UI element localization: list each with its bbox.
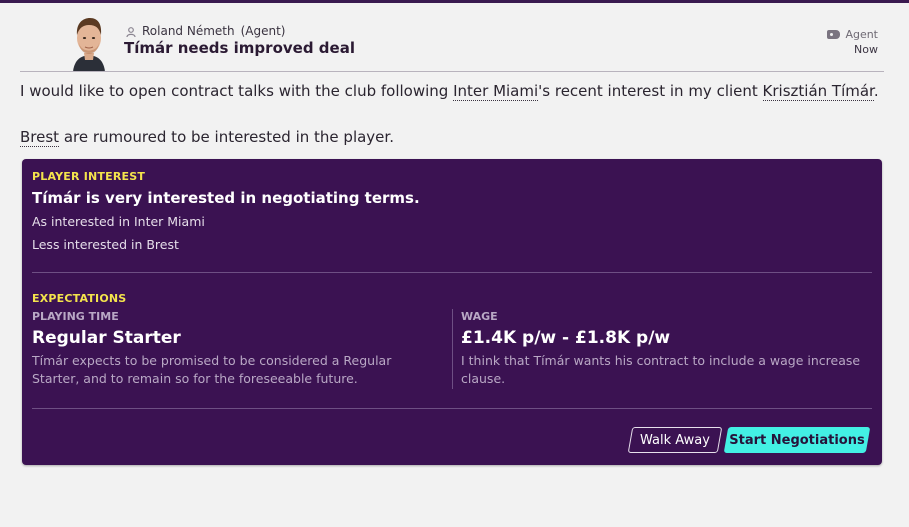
sender-row: Roland Németh (Agent)	[126, 24, 286, 38]
wage-label: WAGE	[461, 310, 498, 323]
tag-label: Agent	[845, 28, 878, 41]
club-link[interactable]: Inter Miami	[453, 82, 539, 101]
sender-role: (Agent)	[240, 24, 286, 38]
column-divider	[452, 309, 453, 389]
header-divider	[20, 71, 884, 72]
walk-away-button[interactable]: Walk Away	[630, 427, 720, 453]
playing-time-label: PLAYING TIME	[32, 310, 119, 323]
person-icon	[126, 26, 136, 38]
contract-panel: PLAYER INTEREST Tímár is very interested…	[22, 159, 882, 465]
playing-time-value: Regular Starter	[32, 328, 181, 348]
interest-detail-1: As interested in Inter Miami	[32, 214, 205, 229]
text-segment: I would like to open contract talks with…	[20, 82, 454, 100]
player-interest-title: PLAYER INTEREST	[32, 170, 146, 183]
section-divider	[32, 408, 872, 409]
interest-detail-2: Less interested in Brest	[32, 237, 179, 252]
sender-avatar[interactable]	[71, 13, 107, 71]
text-segment: .	[873, 82, 879, 100]
walk-away-label: Walk Away	[640, 432, 710, 448]
rival-club-link[interactable]: Brest	[20, 128, 60, 147]
message-time: Now	[854, 43, 878, 56]
text-segment: are rumoured to be interested in the pla…	[59, 128, 394, 146]
playing-time-description: Tímár expects to be promised to be consi…	[32, 353, 392, 386]
interest-headline: Tímár is very interested in negotiating …	[32, 189, 420, 207]
start-negotiations-label: Start Negotiations	[729, 432, 865, 448]
message-header: Roland Németh (Agent) Tímár needs improv…	[0, 0, 909, 72]
wage-description: I think that Tímár wants his contract to…	[461, 353, 861, 386]
message-subject: Tímár needs improved deal	[124, 39, 355, 57]
tag-icon	[827, 30, 841, 39]
text-segment: 's recent interest in my client	[538, 82, 763, 100]
message-line-2: Brest are rumoured to be interested in t…	[20, 128, 394, 147]
message-meta: Agent Now	[827, 27, 878, 57]
message-line-1: I would like to open contract talks with…	[20, 82, 879, 101]
start-negotiations-button[interactable]: Start Negotiations	[726, 427, 868, 453]
section-divider	[32, 272, 872, 273]
player-link[interactable]: Krisztián Tímár	[762, 82, 874, 101]
message-tag: Agent	[827, 27, 878, 42]
wage-value: £1.4K p/w - £1.8K p/w	[461, 328, 671, 348]
expectations-title: EXPECTATIONS	[32, 292, 127, 305]
sender-name[interactable]: Roland Németh	[142, 24, 235, 38]
